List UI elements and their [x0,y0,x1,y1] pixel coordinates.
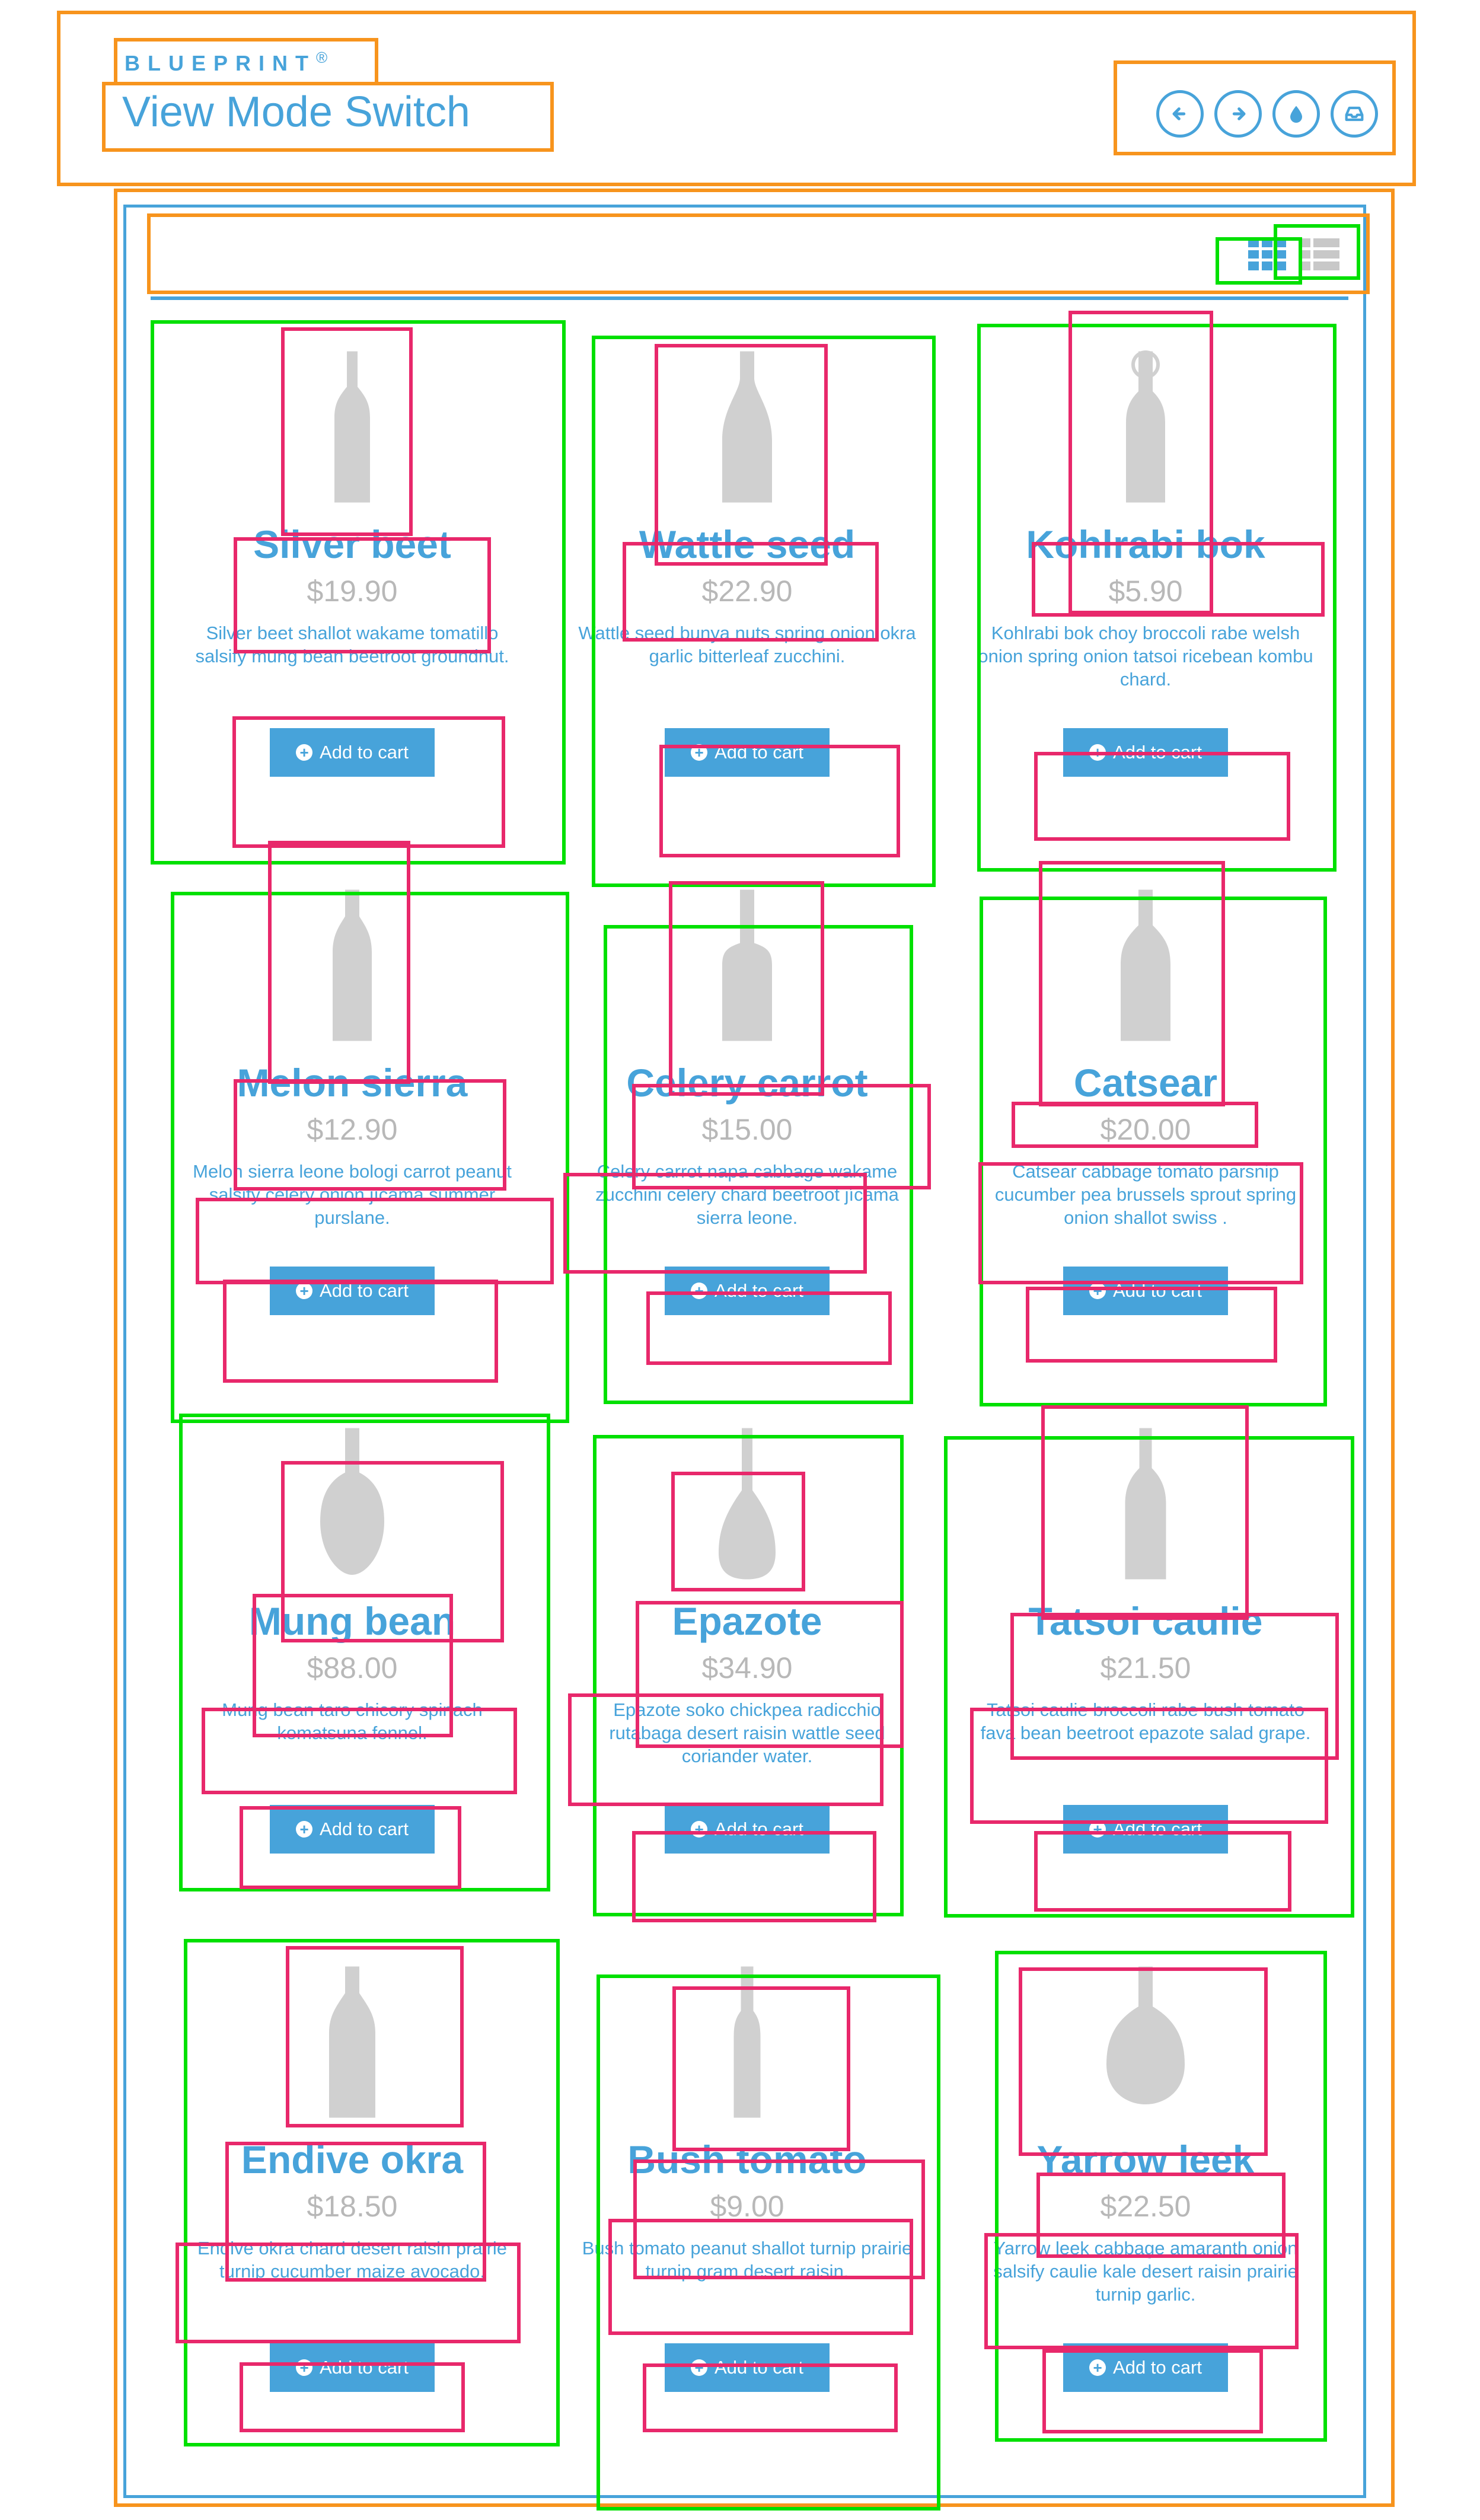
button-outline [240,2362,465,2432]
image-outline [655,344,828,566]
name-outline [1012,1102,1258,1148]
image-outline [671,1472,805,1591]
nav-outline [1114,60,1396,155]
image-outline [268,841,410,1084]
brand-outline [114,38,378,85]
image-outline [1019,1967,1268,2156]
button-outline [232,716,505,848]
desc-outline [970,1708,1328,1824]
name-outline [234,537,491,653]
list-switch-outline [1274,224,1360,280]
toolbar-outline [147,213,1370,294]
button-outline [223,1280,498,1383]
desc-outline [202,1708,517,1794]
button-outline [659,745,900,857]
image-outline [669,881,824,1096]
desc-outline [984,2233,1299,2349]
title-outline [102,82,554,152]
button-outline [1034,752,1290,841]
desc-outline [978,1162,1303,1284]
image-outline [1039,861,1225,1106]
desc-outline [563,1173,867,1274]
button-outline [632,1831,876,1922]
button-outline [1026,1287,1277,1363]
desc-outline [176,2243,521,2343]
name-outline [1032,542,1325,617]
name-outline [623,542,879,642]
image-outline [281,327,413,536]
button-outline [646,1291,892,1365]
desc-outline [568,1693,883,1806]
button-outline [1034,1831,1291,1912]
desc-outline [196,1198,554,1284]
image-outline [286,1946,464,2127]
button-outline [643,2363,898,2432]
button-outline [1042,2349,1263,2433]
image-outline [1041,1405,1249,1620]
button-outline [240,1806,461,1889]
name-outline [234,1079,506,1191]
desc-outline [608,2219,913,2335]
image-outline [672,1986,850,2151]
